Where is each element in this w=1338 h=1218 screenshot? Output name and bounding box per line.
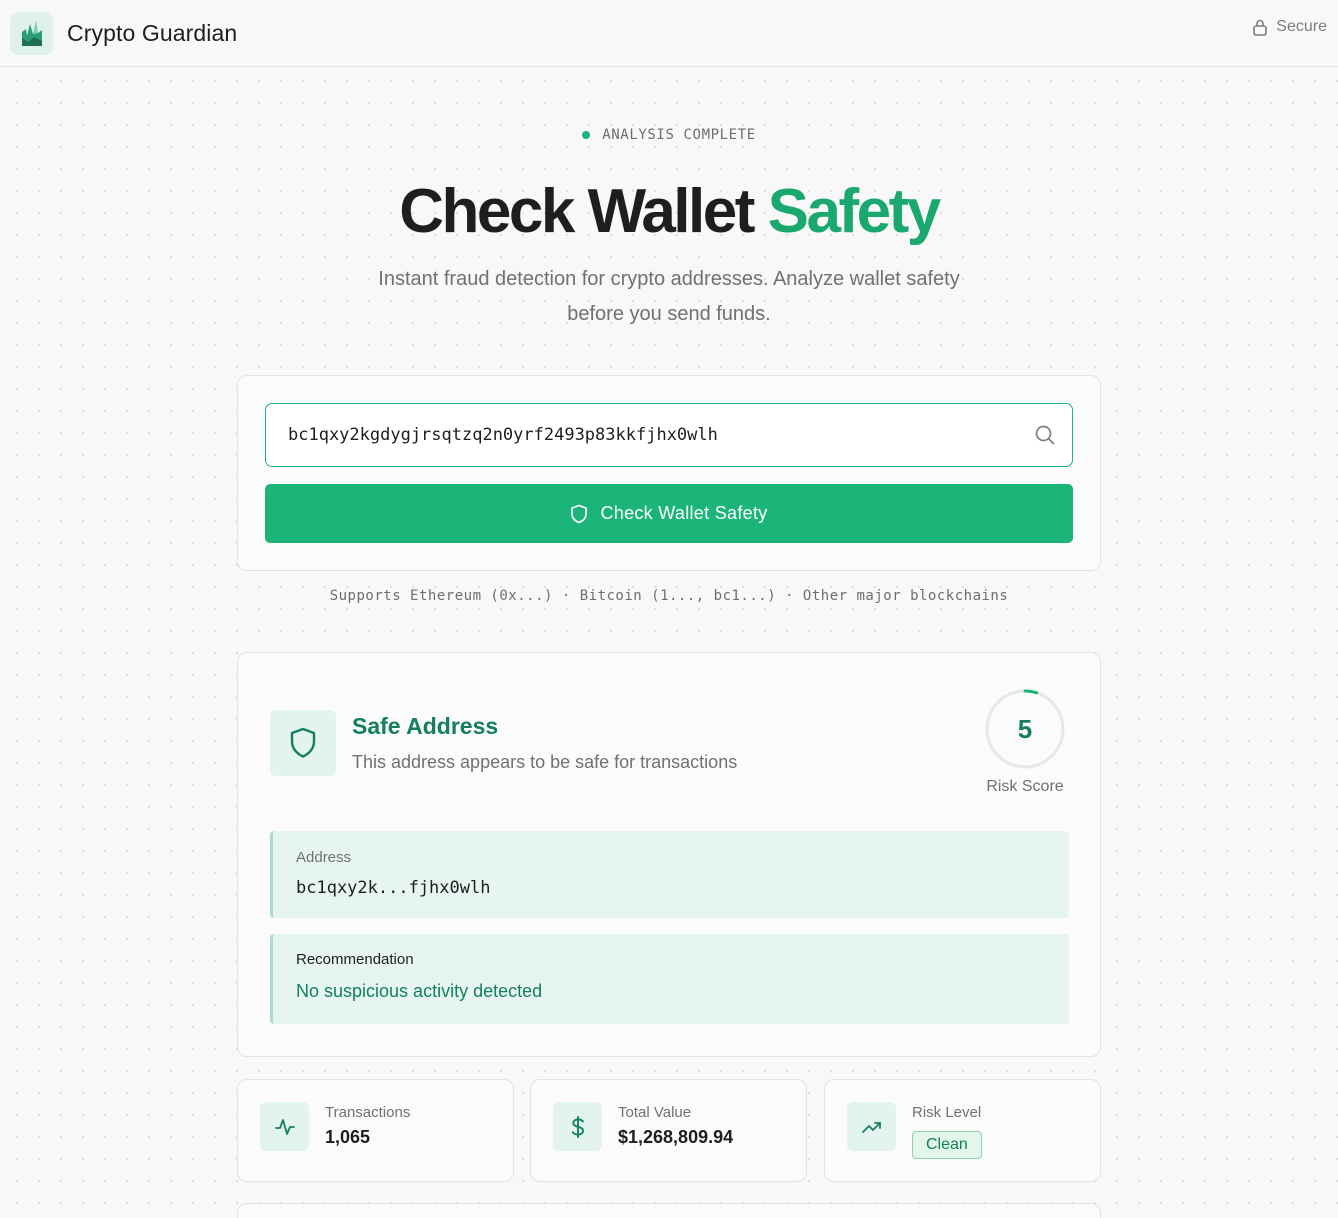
result-description: This address appears to be safe for tran…: [352, 752, 738, 772]
lock-icon: [1253, 19, 1268, 36]
transactions-label: Transactions: [325, 1104, 411, 1121]
title-accent: Safety: [767, 177, 942, 246]
address-value: bc1qxy2k...fjhx0wlh: [296, 878, 491, 898]
transactions-stat-card: Transactions 1,065: [237, 1079, 514, 1182]
risk-score-value: 5: [1017, 713, 1033, 744]
total-value-value: $1,268,809.94: [618, 1127, 734, 1147]
brand-name: Crypto Guardian: [67, 19, 238, 46]
status-text: ANALYSIS COMPLETE: [602, 127, 756, 143]
total-value-stat-card: Total Value $1,268,809.94: [530, 1079, 807, 1182]
page-subtitle: Instant fraud detection for crypto addre…: [378, 268, 960, 325]
shield-icon: [290, 727, 316, 758]
address-panel: Address bc1qxy2k...fjhx0wlh: [270, 831, 1069, 918]
page-title: Check Wallet Safety: [0, 176, 1338, 247]
top-bar: Crypto Guardian Secure: [0, 0, 1338, 67]
guardian-logo-icon: [21, 21, 42, 46]
risk-level-label: Risk Level: [912, 1104, 982, 1121]
secure-indicator: Secure: [1252, 18, 1327, 36]
trending-up-icon: [861, 1121, 881, 1133]
risk-level-badge: Clean: [912, 1131, 982, 1159]
activity-icon-box: [260, 1102, 309, 1151]
address-label: Address: [296, 849, 352, 866]
analysis-status: ANALYSIS COMPLETE: [0, 127, 1338, 143]
status-dot-icon: [582, 131, 591, 139]
risk-level-stat-card: Risk Level Clean: [824, 1079, 1101, 1182]
recommendation-panel: Recommendation No suspicious activity de…: [270, 934, 1069, 1024]
result-card: Safe Address This address appears to be …: [237, 652, 1101, 1057]
total-value-label: Total Value: [618, 1104, 692, 1121]
wallet-address-value: bc1qxy2kgdygjrsqtzq2n0yrf2493p83kkfjhx0w…: [288, 425, 718, 445]
details-card: [237, 1203, 1101, 1218]
transactions-value: 1,065: [325, 1127, 371, 1147]
search-icon[interactable]: [1034, 424, 1056, 446]
secure-label: Secure: [1276, 18, 1327, 35]
title-main: Check Wallet: [399, 177, 755, 246]
check-wallet-button[interactable]: Check Wallet Safety: [265, 484, 1073, 543]
result-title: Safe Address: [352, 713, 499, 739]
trending-up-icon-box: [847, 1102, 896, 1151]
recommendation-value: No suspicious activity detected: [296, 981, 543, 1001]
recommendation-label: Recommendation: [296, 951, 414, 968]
dollar-icon: [571, 1115, 584, 1138]
safe-status-icon-box: [270, 710, 336, 776]
search-card: bc1qxy2kgdygjrsqtzq2n0yrf2493p83kkfjhx0w…: [237, 375, 1101, 571]
wallet-address-input[interactable]: bc1qxy2kgdygjrsqtzq2n0yrf2493p83kkfjhx0w…: [265, 403, 1073, 467]
risk-score-label: Risk Score: [986, 778, 1064, 795]
check-wallet-label: Check Wallet Safety: [600, 503, 768, 523]
shield-icon: [571, 504, 588, 523]
activity-icon: [274, 1118, 295, 1135]
dollar-icon-box: [553, 1102, 602, 1151]
logo[interactable]: [10, 11, 53, 55]
supported-chains-note: Supports Ethereum (0x...) · Bitcoin (1..…: [329, 588, 1009, 604]
